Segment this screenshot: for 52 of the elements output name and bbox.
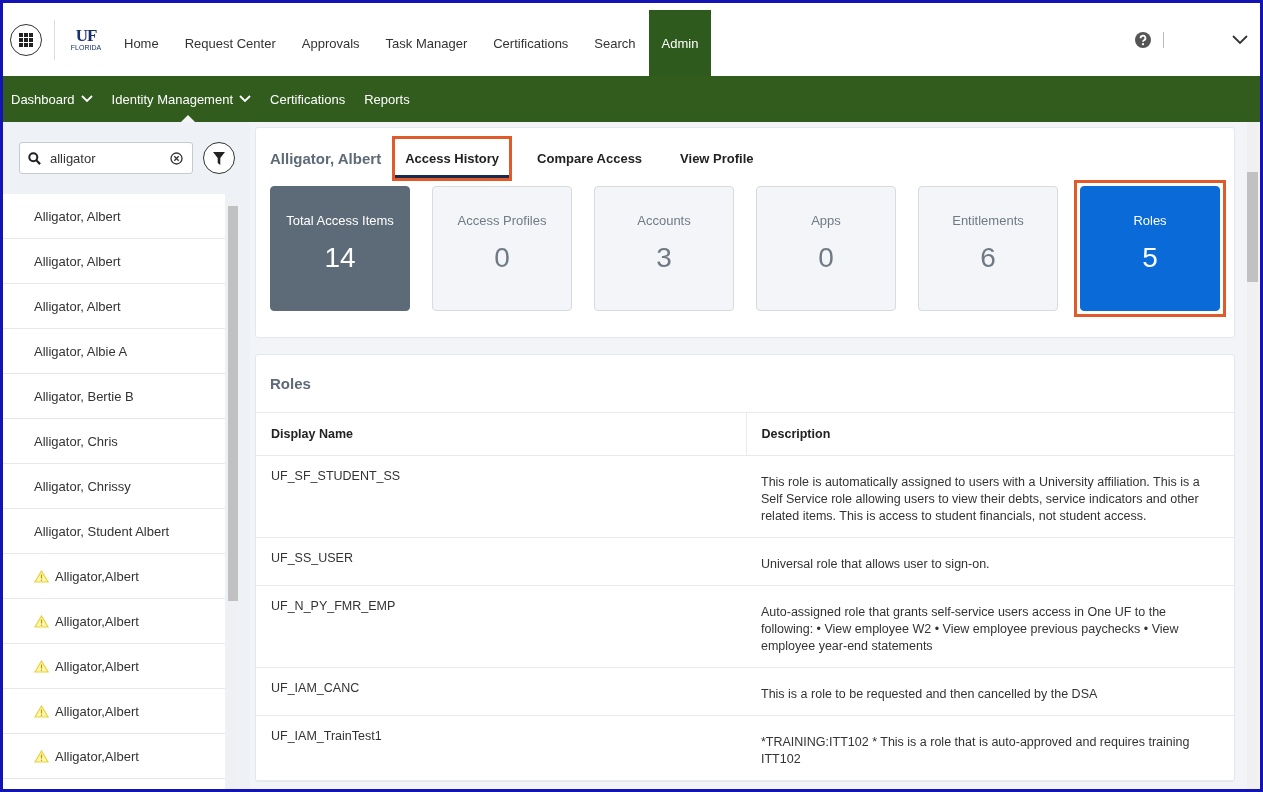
menu-item[interactable]: Identity Management — [111, 76, 251, 122]
identity-list-item[interactable]: Alligator, Albert — [3, 239, 225, 284]
table-cell: This role is automatically assigned to users with a University affiliation. This is a Self Service role allowing users to view their debts, service indicators and other related items. This is access to student financials, not student access. — [746, 455, 1234, 538]
menu-item[interactable]: Reports — [364, 76, 410, 122]
identity-list-item[interactable]: Alligator, Chrissy — [3, 464, 225, 509]
table-cell: *TRAINING:ITT102 * This is a role that is auto-approved and requires training ITT102 — [746, 715, 1234, 781]
nav-link[interactable]: Certifications — [480, 10, 582, 76]
identity-list-item[interactable]: Alligator,Albert — [3, 734, 225, 779]
access-count-tile[interactable]: Roles 5 — [1074, 180, 1226, 317]
identity-list-item[interactable]: Alligator, Albert — [3, 284, 225, 329]
identity-list-item[interactable]: Alligator, Albert — [3, 194, 225, 239]
clear-icon[interactable] — [170, 152, 183, 165]
filter-button[interactable] — [203, 142, 235, 174]
nav-link[interactable]: Task Manager — [372, 10, 481, 76]
apps-grid-icon — [19, 32, 33, 47]
identity-name: Alligator, Albert — [270, 149, 382, 167]
column-header[interactable]: Display Name — [256, 413, 746, 456]
identity-list-item[interactable]: Alligator, Albie A — [3, 329, 225, 374]
nav-link[interactable]: Search — [581, 10, 649, 76]
table-cell: UF_SF_STUDENT_SS — [256, 455, 746, 538]
identity-list-item[interactable]: Alligator,Albert — [3, 689, 225, 734]
scrollbar[interactable] — [1247, 122, 1258, 789]
identity-list-item[interactable]: Alligator, Student Albert — [3, 509, 225, 554]
nav-link[interactable]: Home — [111, 10, 172, 76]
nav-link[interactable]: Admin — [648, 10, 712, 76]
column-header[interactable]: Description — [746, 413, 1234, 456]
table-cell: This is a role to be requested and then cancelled by the DSA — [746, 667, 1234, 716]
help-icon[interactable] — [1135, 31, 1151, 48]
apps-grid-button[interactable] — [10, 23, 42, 56]
table-cell: UF_SS_USER — [256, 537, 746, 586]
identity-list-item[interactable]: Alligator,Albert — [3, 644, 225, 689]
tab[interactable]: Access History — [395, 138, 510, 178]
table-cell: UF_IAM_TrainTest1 — [256, 715, 746, 781]
table-cell: UF_IAM_CANC — [256, 667, 746, 716]
tab[interactable]: Compare Access — [527, 138, 653, 178]
nav-link[interactable]: Request Center — [171, 10, 289, 76]
search-field[interactable]: alligator — [19, 142, 193, 174]
table-cell: Auto-assigned role that grants self-service users access in One UF to the following: • View employee W2 • View employee previous paychecks • View employee year-end statements — [746, 585, 1234, 668]
menu-item[interactable]: Dashboard — [11, 76, 93, 122]
search-icon — [28, 152, 41, 165]
filter-icon — [213, 151, 225, 165]
nav-link[interactable]: Approvals — [288, 10, 373, 76]
identity-list-item[interactable]: Alligator,Albert — [3, 554, 225, 599]
identity-list-item[interactable]: Alligator,Albert — [3, 599, 225, 644]
table-cell: Universal role that allows user to sign-on. — [746, 537, 1234, 586]
menu-item[interactable]: Certifications — [270, 76, 346, 122]
chevron-down-icon[interactable] — [1232, 34, 1248, 45]
section-title: Roles — [256, 355, 1234, 413]
table-cell: UF_N_PY_FMR_EMP — [256, 585, 746, 668]
identity-list-item[interactable]: Alligator, Chris — [3, 419, 225, 464]
identity-list-item[interactable]: Alligator, Bertie B — [3, 374, 225, 419]
tab[interactable]: View Profile — [670, 138, 764, 178]
